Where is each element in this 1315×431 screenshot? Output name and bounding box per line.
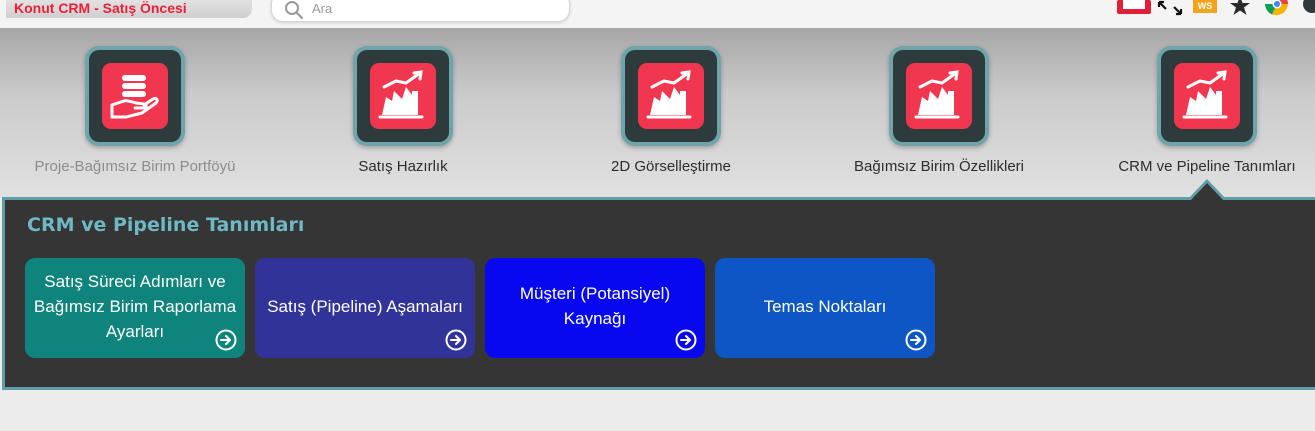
arrow-right-circle-icon [215, 329, 237, 351]
card-touchpoints[interactable]: Temas Noktaları [715, 258, 935, 358]
module-project-portfolio[interactable]: Proje-Bağımsız Birim Portföyü [20, 46, 250, 196]
profile-icon[interactable] [1300, 0, 1315, 16]
module-tile [353, 46, 453, 146]
chrome-extension-icon[interactable] [1264, 0, 1290, 16]
card-customer-source[interactable]: Müşteri (Potansiyel) Kaynağı [485, 258, 705, 358]
card-label: Satış (Pipeline) Aşamaları [267, 296, 463, 316]
module-tile [1157, 46, 1257, 146]
module-crm-pipeline[interactable]: CRM ve Pipeline Tanımları [1092, 46, 1315, 196]
star-icon[interactable] [1229, 0, 1251, 16]
ws-extension-icon[interactable]: WS [1193, 0, 1217, 13]
content-area [0, 390, 1315, 431]
sales-chart-icon [646, 70, 692, 119]
module-tile [621, 46, 721, 146]
module-2d-visualization[interactable]: 2D Görselleştirme [556, 46, 786, 196]
module-label: 2D Görselleştirme [610, 158, 732, 175]
app-title[interactable]: Konut CRM - Satış Öncesi [6, 0, 252, 18]
arrow-right-circle-icon [445, 329, 467, 351]
arrow-right-circle-icon [905, 329, 927, 351]
submenu-panel: CRM ve Pipeline Tanımları Satış Süreci A… [2, 197, 1315, 390]
module-label: CRM ve Pipeline Tanımları [1118, 158, 1296, 175]
module-label: Satış Hazırlık [358, 158, 448, 175]
record-icon[interactable] [1117, 0, 1153, 16]
sales-chart-icon [914, 70, 960, 119]
expand-icon[interactable] [1156, 0, 1184, 16]
top-bar: Konut CRM - Satış Öncesi WS [0, 0, 1315, 28]
card-pipeline-stages[interactable]: Satış (Pipeline) Aşamaları [255, 258, 475, 358]
arrow-right-circle-icon [675, 329, 697, 351]
card-label: Temas Noktaları [763, 296, 887, 316]
app-window: Konut CRM - Satış Öncesi WS [0, 0, 1315, 431]
module-label: Proje-Bağımsız Birim Portföyü [34, 158, 236, 175]
module-strip: Proje-Bağımsız Birim Portföyü Satış Hazı… [0, 28, 1315, 198]
ws-extension-badge: WS [1197, 1, 1213, 11]
sales-chart-icon [378, 70, 424, 119]
module-label: Bağımsız Birim Özellikleri [853, 158, 1025, 175]
hand-coins-icon [110, 75, 159, 119]
module-sales-preparation[interactable]: Satış Hazırlık [288, 46, 518, 196]
search-icon [285, 1, 304, 20]
search-box[interactable] [271, 0, 570, 22]
module-tile [85, 46, 185, 146]
active-module-pointer-fill [1190, 183, 1224, 201]
search-input[interactable] [312, 0, 562, 16]
card-label: Müşteri (Potansiyel) Kaynağı [519, 284, 671, 328]
module-tile [889, 46, 989, 146]
module-unit-properties[interactable]: Bağımsız Birim Özellikleri [824, 46, 1054, 196]
panel-title: CRM ve Pipeline Tanımları [27, 214, 305, 236]
sales-chart-icon [1182, 70, 1228, 119]
card-sales-process-settings[interactable]: Satış Süreci Adımları ve Bağımsız Birim … [25, 258, 245, 358]
card-label: Satış Süreci Adımları ve Bağımsız Birim … [33, 271, 237, 341]
